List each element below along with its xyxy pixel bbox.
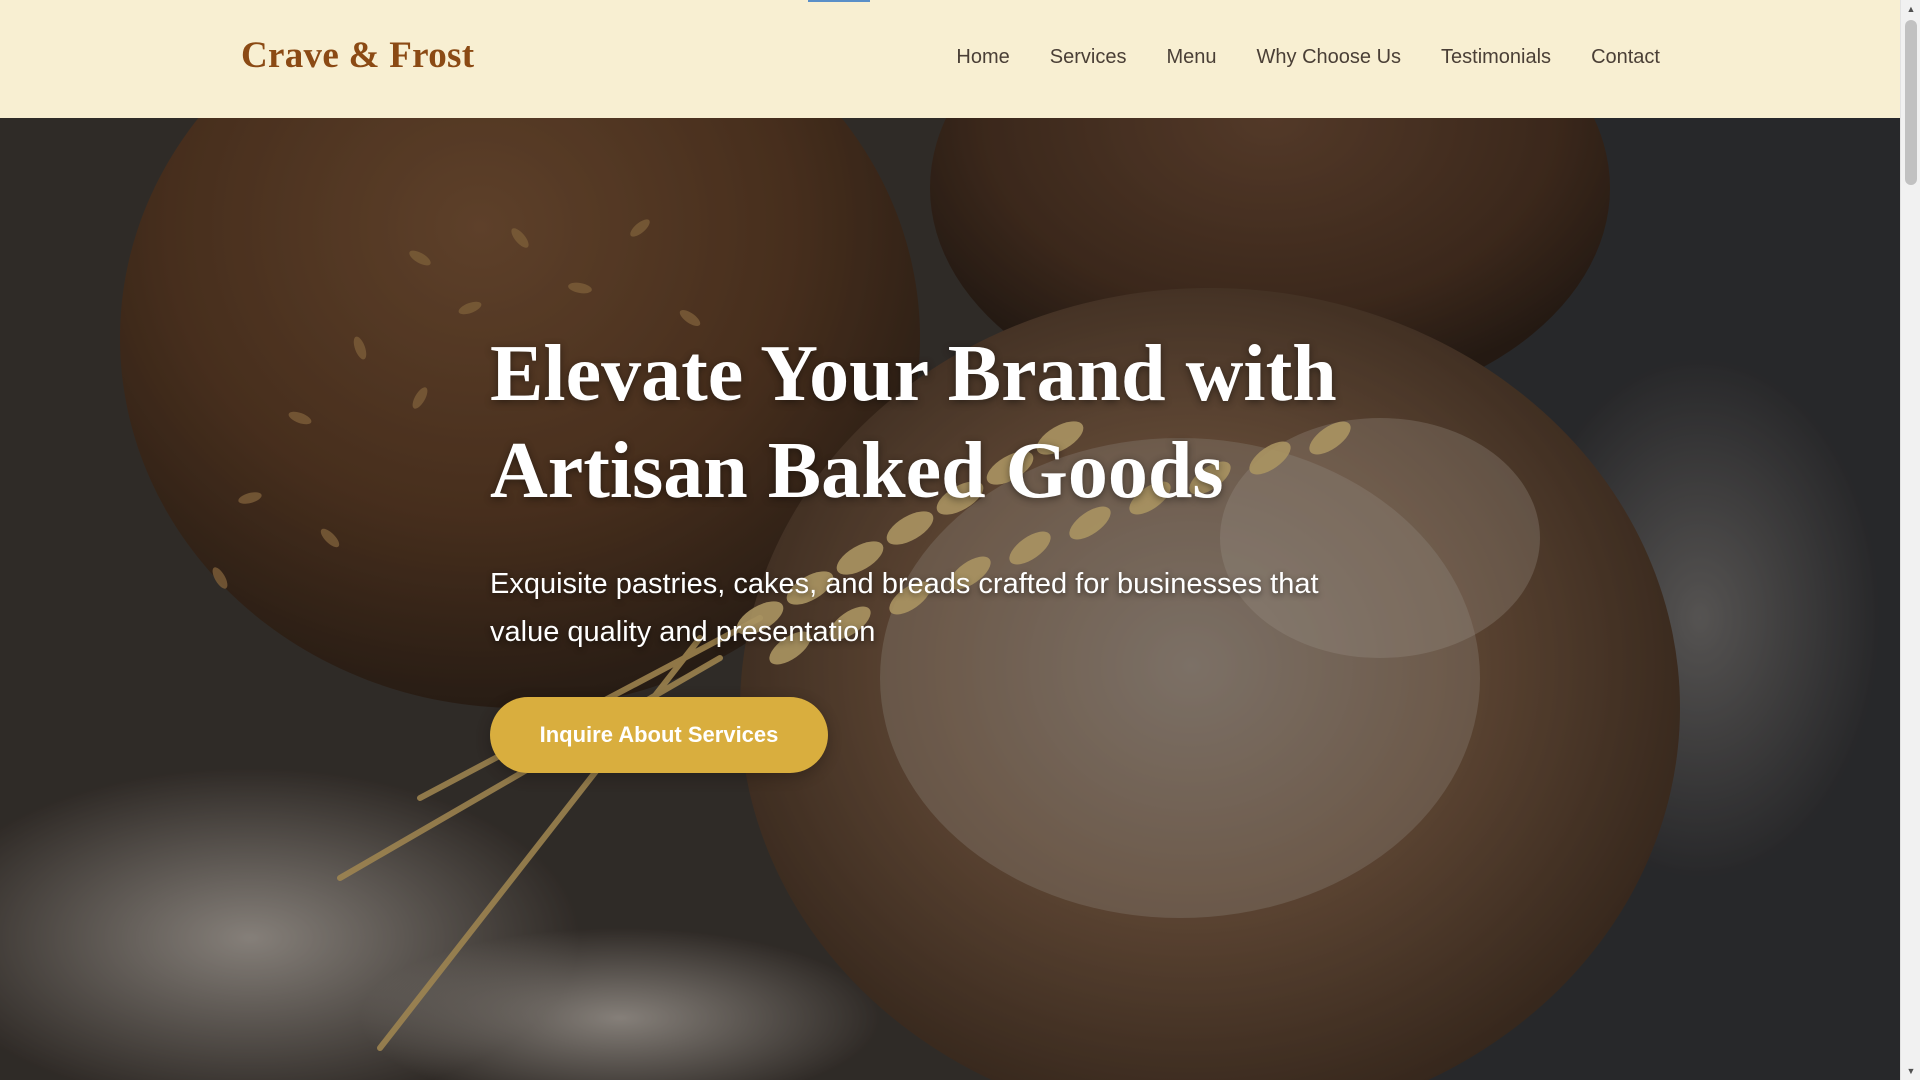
scroll-thumb[interactable] xyxy=(1905,20,1917,185)
nav-testimonials[interactable]: Testimonials xyxy=(1441,46,1551,69)
chevron-up-icon[interactable]: ▲ xyxy=(1901,0,1920,18)
main-nav: Home Services Menu Why Choose Us Testimo… xyxy=(956,46,1660,69)
nav-home[interactable]: Home xyxy=(956,46,1009,69)
hero-title-line-1: Elevate Your Brand with xyxy=(490,330,1337,418)
site-header: Crave & Frost Home Services Menu Why Cho… xyxy=(0,0,1900,118)
nav-contact[interactable]: Contact xyxy=(1591,46,1660,69)
active-nav-indicator xyxy=(808,0,870,2)
nav-why-choose-us[interactable]: Why Choose Us xyxy=(1257,46,1402,69)
page-scrollbar[interactable]: ▲ ▼ xyxy=(1900,0,1920,1080)
hero-subtitle: Exquisite pastries, cakes, and breads cr… xyxy=(490,568,1319,648)
hero-title: Elevate Your Brand with Artisan Baked Go… xyxy=(490,326,1390,520)
page: Crave & Frost Home Services Menu Why Cho… xyxy=(0,0,1900,1080)
chevron-down-icon[interactable]: ▼ xyxy=(1901,1062,1920,1080)
brand-logo[interactable]: Crave & Frost xyxy=(241,34,474,77)
nav-menu[interactable]: Menu xyxy=(1166,46,1216,69)
hero-content: Elevate Your Brand with Artisan Baked Go… xyxy=(490,326,1390,773)
nav-services[interactable]: Services xyxy=(1050,46,1127,69)
hero-title-line-2: Artisan Baked Goods xyxy=(490,427,1224,515)
inquire-about-services-button[interactable]: Inquire About Services xyxy=(490,697,828,773)
hero-section: Elevate Your Brand with Artisan Baked Go… xyxy=(0,118,1900,1080)
